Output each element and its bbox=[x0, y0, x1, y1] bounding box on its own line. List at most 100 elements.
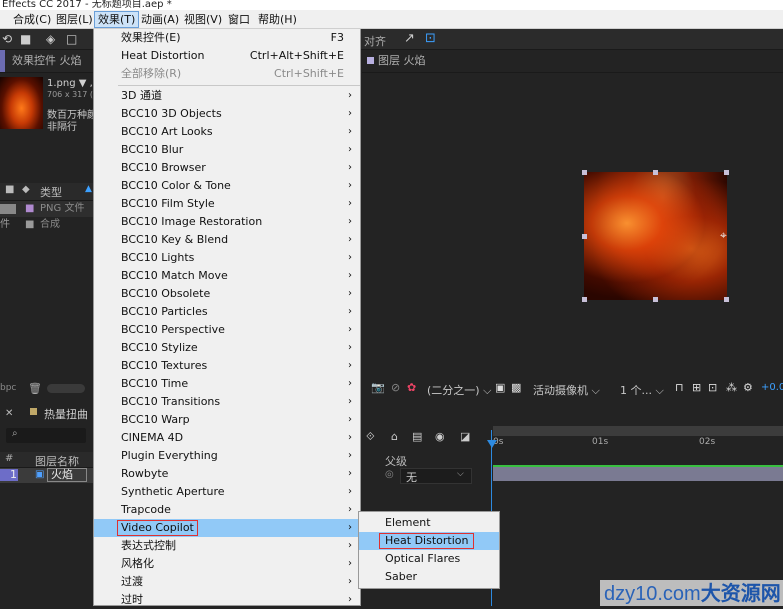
effects-menu-item[interactable]: Rowbyte › bbox=[94, 465, 360, 483]
camera-tool-icon[interactable]: ■ bbox=[20, 32, 31, 46]
menu-help[interactable]: 帮助(H) bbox=[255, 12, 300, 27]
effects-menu-item[interactable]: BCC10 Textures › bbox=[94, 357, 360, 375]
project-row[interactable]: 件 ■ 合成 bbox=[0, 217, 93, 233]
submenu-item[interactable]: Saber bbox=[359, 568, 499, 586]
effects-menu-item[interactable]: BCC10 Art Looks › bbox=[94, 123, 360, 141]
layer-name[interactable]: 火焰 bbox=[47, 468, 87, 482]
effects-menu-item[interactable]: 风格化 › bbox=[94, 555, 360, 573]
flowchart-icon[interactable]: ⁂ bbox=[726, 381, 737, 394]
timeline-search[interactable]: ⌕ bbox=[6, 428, 86, 443]
reset-exposure-icon[interactable]: ⚙ bbox=[743, 381, 753, 394]
col-type[interactable]: 类型 bbox=[40, 184, 62, 200]
effects-menu-item[interactable]: BCC10 Particles › bbox=[94, 303, 360, 321]
playhead-handle[interactable] bbox=[487, 440, 497, 448]
submenu-item[interactable]: Heat Distortion bbox=[359, 532, 499, 550]
timeline-icon[interactable]: ⊡ bbox=[708, 381, 717, 394]
effects-menu-item[interactable]: BCC10 Key & Blend › bbox=[94, 231, 360, 249]
effects-menu-item[interactable]: 过渡 › bbox=[94, 573, 360, 591]
frame-blend-icon[interactable]: ▤ bbox=[412, 430, 422, 443]
show-snapshot-icon[interactable]: ⊘ bbox=[391, 381, 400, 394]
submenu-item[interactable]: Optical Flares bbox=[359, 550, 499, 568]
fire-layer-preview[interactable]: ⌖ bbox=[582, 170, 729, 302]
align-label[interactable]: 对齐 bbox=[364, 33, 386, 49]
transform-handle[interactable] bbox=[653, 297, 658, 302]
effects-menu-item[interactable]: 效果控件(E) F3 bbox=[94, 29, 360, 47]
timeline-tab[interactable]: 热量扭曲 bbox=[44, 406, 88, 422]
color-channels-icon[interactable]: ✿ bbox=[407, 381, 416, 394]
menu-view[interactable]: 视图(V) bbox=[181, 12, 225, 27]
transparency-grid-icon[interactable]: ▩ bbox=[511, 381, 521, 394]
effects-menu-item[interactable]: BCC10 Stylize › bbox=[94, 339, 360, 357]
rect-tool-icon[interactable]: □ bbox=[66, 32, 77, 46]
pickwhip-icon[interactable]: ◎ bbox=[385, 469, 394, 480]
effect-controls-tab[interactable]: 效果控件 火焰 bbox=[0, 50, 93, 73]
camera-select[interactable]: 活动摄像机 ⌵ bbox=[533, 382, 600, 398]
bpc-label[interactable]: bpc bbox=[0, 383, 16, 393]
parent-select[interactable]: 无 ⌵ bbox=[400, 468, 472, 484]
comp-flow-icon[interactable]: ⟐ bbox=[366, 430, 375, 444]
effects-menu-item[interactable]: 全部移除(R) Ctrl+Shift+E bbox=[94, 65, 360, 83]
graph-editor-icon[interactable]: ◪ bbox=[460, 430, 470, 443]
toggle-pixel-icon[interactable]: ⊓ bbox=[675, 381, 684, 394]
effects-menu-item[interactable]: BCC10 Browser › bbox=[94, 159, 360, 177]
pan-tool-icon[interactable]: ◈ bbox=[46, 32, 55, 46]
transform-handle[interactable] bbox=[582, 297, 587, 302]
transform-handle[interactable] bbox=[724, 170, 729, 175]
effects-menu-item[interactable]: BCC10 Warp › bbox=[94, 411, 360, 429]
selection-arrow-icon[interactable]: ↗ bbox=[404, 31, 415, 46]
draft-3d-icon[interactable]: ⌂ bbox=[391, 430, 398, 443]
project-list-header: ■ ◆ 类型 ▲ bbox=[0, 183, 93, 201]
effects-menu-item[interactable]: BCC10 Obsolete › bbox=[94, 285, 360, 303]
transform-handle[interactable] bbox=[582, 170, 587, 175]
menu-layer[interactable]: 图层(L) bbox=[53, 12, 96, 27]
col-layer-name[interactable]: 图层名称 bbox=[35, 453, 79, 469]
effects-menu-item[interactable]: BCC10 Color & Tone › bbox=[94, 177, 360, 195]
transform-handle[interactable] bbox=[582, 234, 587, 239]
transform-handle[interactable] bbox=[653, 170, 658, 175]
layer-duration-bar[interactable] bbox=[493, 467, 783, 481]
effects-menu-item[interactable]: BCC10 Blur › bbox=[94, 141, 360, 159]
snap-icon[interactable]: ⊡ bbox=[425, 31, 436, 46]
transform-handle[interactable] bbox=[724, 297, 729, 302]
fast-preview-icon[interactable]: ⊞ bbox=[692, 381, 701, 394]
effects-menu-item[interactable]: BCC10 Lights › bbox=[94, 249, 360, 267]
menu-window[interactable]: 窗口 bbox=[225, 12, 253, 27]
effects-menu-item[interactable]: Plugin Everything › bbox=[94, 447, 360, 465]
effects-menu-item[interactable]: Heat Distortion Ctrl+Alt+Shift+E bbox=[94, 47, 360, 65]
effects-menu-item[interactable]: BCC10 3D Objects › bbox=[94, 105, 360, 123]
zoom-select[interactable]: (二分之一) ⌵ bbox=[427, 382, 491, 398]
work-area-bar[interactable] bbox=[493, 426, 783, 436]
rotate-tool-icon[interactable]: ⟲ bbox=[2, 32, 12, 46]
anchor-point-icon[interactable]: ⌖ bbox=[720, 228, 727, 243]
menu-composition[interactable]: 合成(C) bbox=[10, 12, 54, 27]
region-icon[interactable]: ▣ bbox=[495, 381, 505, 394]
layer-viewer-tab[interactable]: 图层 火焰 bbox=[362, 50, 783, 73]
effects-menu-item[interactable]: 3D 通道 › bbox=[94, 87, 360, 105]
effects-menu-item[interactable]: BCC10 Transitions › bbox=[94, 393, 360, 411]
effects-menu-item[interactable]: 表达式控制 › bbox=[94, 537, 360, 555]
project-row[interactable]: ■ PNG 文件 bbox=[0, 201, 93, 217]
effects-menu-item[interactable]: BCC10 Perspective › bbox=[94, 321, 360, 339]
effects-menu-item[interactable]: CINEMA 4D › bbox=[94, 429, 360, 447]
effects-menu-item[interactable]: Video Copilot › bbox=[94, 519, 360, 537]
scrollbar[interactable] bbox=[47, 384, 85, 393]
menu-animation[interactable]: 动画(A) bbox=[138, 12, 182, 27]
snapshot-icon[interactable]: 📷 bbox=[371, 381, 385, 394]
timeline-layer-row[interactable]: 1 ▣ 火焰 bbox=[0, 468, 93, 483]
effects-menu: 效果控件(E) F3 Heat Distortion Ctrl+Alt+Shift+E… bbox=[93, 29, 361, 606]
col-parent[interactable]: 父级 bbox=[385, 453, 407, 469]
close-tab-icon[interactable]: ✕ bbox=[5, 408, 13, 419]
effects-menu-item[interactable]: BCC10 Film Style › bbox=[94, 195, 360, 213]
effects-menu-item[interactable]: 过时 › bbox=[94, 591, 360, 609]
effects-menu-item[interactable]: BCC10 Time › bbox=[94, 375, 360, 393]
effects-menu-item[interactable]: BCC10 Image Restoration › bbox=[94, 213, 360, 231]
effects-menu-item[interactable]: Trapcode › bbox=[94, 501, 360, 519]
menu-effects[interactable]: 效果(T) bbox=[94, 11, 140, 28]
views-select[interactable]: 1 个... ⌵ bbox=[620, 382, 664, 398]
trash-icon[interactable]: 🗑 bbox=[28, 382, 42, 395]
exposure-value[interactable]: +0.0 bbox=[761, 382, 783, 393]
effects-menu-item[interactable]: BCC10 Match Move › bbox=[94, 267, 360, 285]
motion-blur-icon[interactable]: ◉ bbox=[435, 430, 445, 443]
submenu-item[interactable]: Element bbox=[359, 514, 499, 532]
effects-menu-item[interactable]: Synthetic Aperture › bbox=[94, 483, 360, 501]
